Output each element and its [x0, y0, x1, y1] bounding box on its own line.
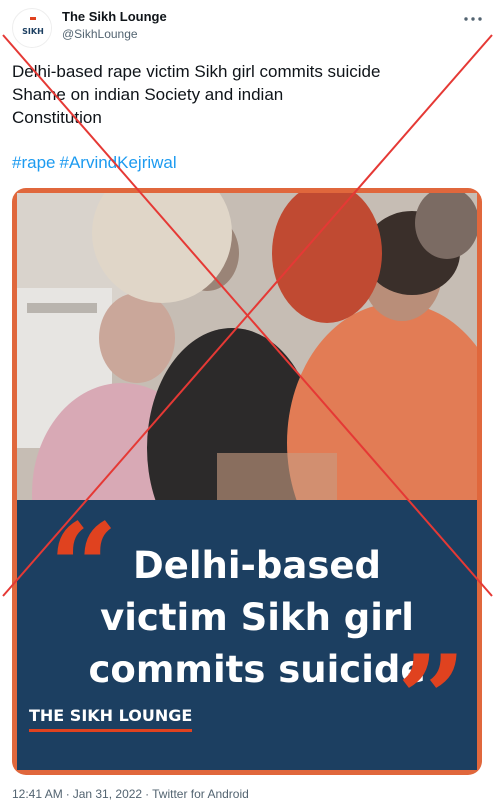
headline-banner: “ Delhi-based victim Sikh girl commits s… — [17, 500, 477, 770]
hashtag-link[interactable]: #rape — [12, 153, 55, 172]
more-button[interactable] — [462, 10, 484, 28]
scene-illustration — [17, 193, 477, 500]
close-quote-mark: ” — [397, 629, 467, 770]
avatar-text: SIKH — [22, 27, 44, 36]
author-name[interactable]: The Sikh Lounge — [62, 9, 167, 24]
meta-separator: · — [145, 787, 150, 801]
tweet-date[interactable]: Jan 31, 2022 — [73, 787, 142, 801]
more-dots-icon — [464, 17, 482, 21]
tweet-meta: 12:41 AM · Jan 31, 2022 · Twitter for Androi… — [12, 787, 252, 801]
sikh-lounge-logo-icon: SIKH — [14, 10, 51, 47]
meta-separator: · — [65, 787, 70, 801]
tweet-text-line: Delhi-based rape victim Sikh girl commit… — [12, 62, 381, 81]
tweet-time[interactable]: 12:41 AM — [12, 787, 63, 801]
media-image[interactable]: “ Delhi-based victim Sikh girl commits s… — [12, 188, 482, 775]
tweet-source: Twitter for Android — [152, 787, 249, 801]
author-handle[interactable]: @SikhLounge — [62, 27, 138, 41]
tweet-text-line: Shame on indian Society and indian — [12, 85, 284, 104]
hashtag-link[interactable]: #ArvindKejriwal — [59, 153, 176, 172]
brand-tag: THE SIKH LOUNGE — [29, 706, 193, 732]
tweet-card: SIKH The Sikh Lounge @SikhLounge Delhi-b… — [0, 0, 496, 810]
tweet-text: Delhi-based rape victim Sikh girl commit… — [12, 60, 482, 129]
hashtags: #rape #ArvindKejriwal — [12, 153, 181, 173]
headline-line: Delhi-based — [133, 544, 381, 587]
headline-line: commits suicide — [88, 648, 426, 691]
headline-line: victim Sikh girl — [100, 596, 414, 639]
video-still-photo — [17, 193, 477, 500]
avatar[interactable]: SIKH — [12, 8, 52, 48]
banner-headline: Delhi-based victim Sikh girl commits sui… — [67, 540, 447, 696]
tweet-text-line: Constitution — [12, 108, 102, 127]
